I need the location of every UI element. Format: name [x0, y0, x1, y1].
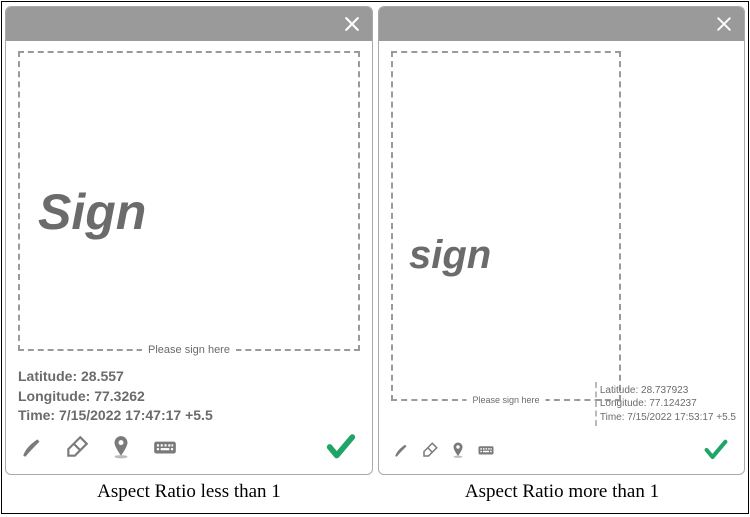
captions-row: Aspect Ratio less than 1 Aspect Ratio mo…: [2, 475, 748, 513]
sign-area-wrap: Sign Please sign here: [18, 51, 360, 355]
time-row: Time: 7/15/2022 17:53:17 +5.5: [600, 411, 736, 425]
geo-metadata: Latitude: 28.737923 Longitude: 77.124237…: [595, 382, 736, 427]
close-icon[interactable]: [342, 14, 362, 34]
eraser-icon[interactable]: [421, 441, 439, 459]
signature-box[interactable]: sign Please sign here: [391, 51, 621, 401]
panels-row: Sign Please sign here Latitude: 28.557 L…: [2, 2, 748, 475]
panel-body: sign Please sign here Latitude: 28.73792…: [379, 41, 744, 474]
brush-icon[interactable]: [20, 434, 46, 460]
toolbar: [391, 432, 732, 470]
keyboard-icon[interactable]: [477, 441, 495, 459]
geo-metadata: Latitude: 28.557 Longitude: 77.3262 Time…: [18, 367, 360, 426]
panel-body: Sign Please sign here Latitude: 28.557 L…: [6, 41, 372, 474]
signature-placeholder: Sign: [38, 183, 146, 241]
please-sign-label: Please sign here: [142, 344, 236, 356]
keyboard-icon[interactable]: [152, 434, 178, 460]
signature-panel-left: Sign Please sign here Latitude: 28.557 L…: [5, 6, 373, 475]
sign-area-wrap: sign Please sign here: [391, 51, 732, 432]
confirm-button[interactable]: [324, 430, 358, 464]
caption-left: Aspect Ratio less than 1: [2, 481, 376, 503]
latitude-row: Latitude: 28.557: [18, 367, 360, 387]
close-icon[interactable]: [714, 14, 734, 34]
signature-box[interactable]: Sign Please sign here: [18, 51, 360, 351]
titlebar: [6, 7, 372, 41]
longitude-row: Longitude: 77.124237: [600, 397, 736, 411]
longitude-row: Longitude: 77.3262: [18, 387, 360, 407]
titlebar: [379, 7, 744, 41]
please-sign-label: Please sign here: [466, 395, 545, 405]
eraser-icon[interactable]: [64, 434, 90, 460]
confirm-button[interactable]: [702, 436, 730, 464]
signature-panel-right: sign Please sign here Latitude: 28.73792…: [378, 6, 745, 475]
time-row: Time: 7/15/2022 17:47:17 +5.5: [18, 406, 360, 426]
brush-icon[interactable]: [393, 441, 411, 459]
latitude-row: Latitude: 28.737923: [600, 384, 736, 398]
toolbar: [18, 426, 360, 470]
location-pin-icon[interactable]: [449, 441, 467, 459]
location-pin-icon[interactable]: [108, 434, 134, 460]
caption-right: Aspect Ratio more than 1: [376, 481, 748, 503]
comparison-container: Sign Please sign here Latitude: 28.557 L…: [1, 1, 749, 514]
signature-placeholder: sign: [409, 233, 491, 278]
